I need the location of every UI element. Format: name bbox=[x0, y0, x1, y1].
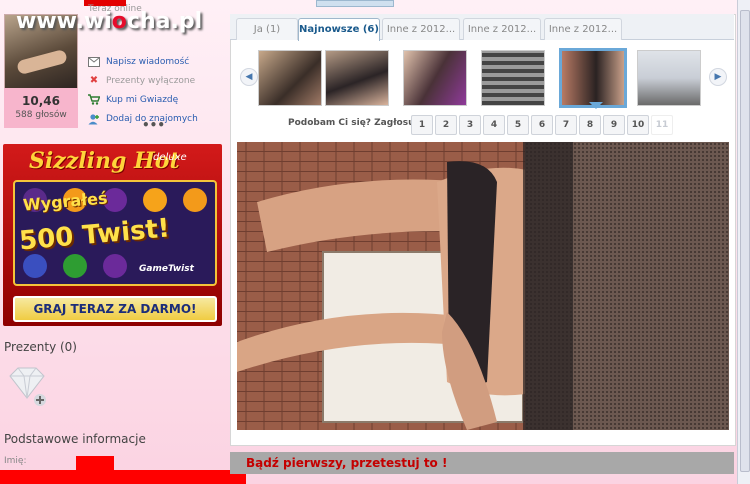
gallery-thumbnail[interactable] bbox=[481, 50, 545, 106]
gallery-thumbnail[interactable] bbox=[403, 50, 467, 106]
buy-star-link[interactable]: Kup mi Gwiazdę bbox=[88, 90, 198, 109]
ad-subtitle: deluxe bbox=[153, 152, 187, 163]
gallery-thumbnail[interactable] bbox=[325, 50, 389, 106]
rating-box: 10,46 588 głosów bbox=[4, 88, 78, 128]
redacted-bottom-bar bbox=[0, 470, 246, 484]
logo-text-start: www.wi bbox=[16, 9, 112, 34]
vertical-scrollbar[interactable] bbox=[737, 0, 750, 484]
vote-button-8[interactable]: 8 bbox=[579, 115, 601, 135]
gifts-disabled-label: Prezenty wyłączone bbox=[106, 75, 196, 86]
chevron-left-icon[interactable]: ◀ bbox=[240, 68, 258, 86]
chevron-right-icon[interactable]: ▶ bbox=[709, 68, 727, 86]
site-logo: www.wiocha.pl bbox=[16, 9, 202, 34]
gallery-tabs: Ja (1) Najnowsze (6) Inne z 2012... Inne… bbox=[230, 14, 734, 41]
main-photo[interactable] bbox=[237, 142, 729, 430]
logo-text-end: cha.pl bbox=[126, 9, 203, 34]
name-label: Imię: bbox=[4, 456, 27, 466]
gallery-thumbnail[interactable] bbox=[258, 50, 322, 106]
redacted-name bbox=[76, 456, 114, 470]
avatar-image-detail bbox=[16, 48, 68, 76]
selected-thumbnail-pointer bbox=[589, 102, 603, 109]
gallery-thumbnail-selected[interactable] bbox=[559, 48, 627, 108]
vote-button-7[interactable]: 7 bbox=[555, 115, 577, 135]
send-message-label: Napisz wiadomość bbox=[106, 56, 190, 67]
vote-label: Podobam Ci się? Zagłosuj: bbox=[288, 118, 422, 128]
gallery-thumbnail[interactable] bbox=[637, 50, 701, 106]
envelope-icon bbox=[88, 56, 100, 68]
rating-score: 10,46 bbox=[22, 94, 60, 108]
vote-button-2[interactable]: 2 bbox=[435, 115, 457, 135]
watermelon-icon bbox=[63, 254, 87, 278]
more-options[interactable]: ••• bbox=[142, 118, 165, 132]
rating-votes: 588 głosów bbox=[15, 110, 67, 120]
profile-actions: Napisz wiadomość ✖ Prezenty wyłączone Ku… bbox=[88, 52, 198, 128]
top-tab-indicator bbox=[316, 0, 394, 7]
tab-other-2[interactable]: Inne z 2012... bbox=[463, 18, 541, 40]
orange-icon bbox=[143, 188, 167, 212]
vote-button-11: 11 bbox=[651, 115, 673, 135]
ad-brand: GameTwist bbox=[139, 264, 194, 274]
basic-info-heading: Podstawowe informacje bbox=[4, 432, 146, 446]
vote-button-5[interactable]: 5 bbox=[507, 115, 529, 135]
add-friend-icon bbox=[88, 113, 100, 125]
grapes-icon bbox=[23, 254, 47, 278]
tab-other-1[interactable]: Inne z 2012... bbox=[382, 18, 460, 40]
vote-button-9[interactable]: 9 bbox=[603, 115, 625, 135]
advertisement-banner[interactable]: Sizzling Hot deluxe Wygrałeś 500 Twist! … bbox=[3, 144, 222, 326]
gifts-heading: Prezenty (0) bbox=[4, 340, 77, 354]
ad-play-button[interactable]: GRAJ TERAZ ZA DARMO! bbox=[13, 296, 217, 322]
plum-icon bbox=[103, 254, 127, 278]
tab-other-3[interactable]: Inne z 2012... bbox=[544, 18, 622, 40]
logo-text-o: o bbox=[111, 9, 127, 34]
gift-diamond-icon[interactable] bbox=[4, 366, 50, 408]
vote-button-4[interactable]: 4 bbox=[483, 115, 505, 135]
orange-icon bbox=[183, 188, 207, 212]
scrollbar-thumb[interactable] bbox=[740, 10, 750, 472]
buy-star-label: Kup mi Gwiazdę bbox=[106, 94, 179, 105]
cart-icon bbox=[88, 94, 100, 106]
vote-button-6[interactable]: 6 bbox=[531, 115, 553, 135]
close-icon: ✖ bbox=[89, 75, 99, 86]
vote-button-3[interactable]: 3 bbox=[459, 115, 481, 135]
vote-button-1[interactable]: 1 bbox=[411, 115, 433, 135]
send-message-link[interactable]: Napisz wiadomość bbox=[88, 52, 198, 71]
tab-me[interactable]: Ja (1) bbox=[236, 18, 298, 40]
gifts-disabled-link: ✖ Prezenty wyłączone bbox=[88, 71, 198, 90]
vote-button-10[interactable]: 10 bbox=[627, 115, 649, 135]
tab-newest[interactable]: Najnowsze (6) bbox=[298, 18, 380, 41]
comment-prompt: Bądź pierwszy, przetestuj to ! bbox=[246, 456, 448, 470]
comment-bar[interactable]: Bądź pierwszy, przetestuj to ! bbox=[230, 452, 734, 474]
